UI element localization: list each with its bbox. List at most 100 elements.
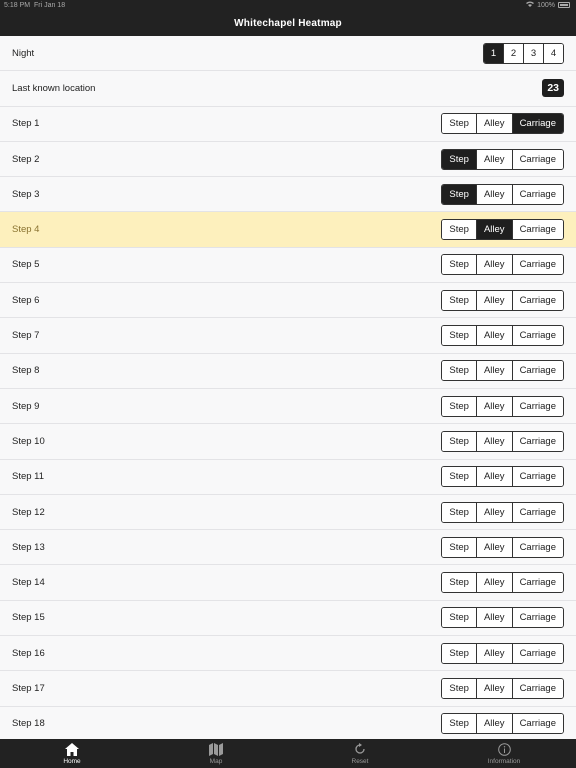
move-option-step[interactable]: Step <box>442 467 476 487</box>
move-type-selector: Step Alley Carriage <box>441 360 564 382</box>
move-option-carriage[interactable]: Carriage <box>511 714 563 734</box>
move-type-selector: Step Alley Carriage <box>441 642 564 664</box>
move-option-alley[interactable]: Alley <box>475 431 512 451</box>
step-row: Step 6 Step Alley Carriage <box>0 283 576 319</box>
step-row: Step 15 Step Alley Carriage <box>0 600 576 637</box>
step-row: Step 7 Step Alley Carriage <box>0 318 576 354</box>
move-option-alley[interactable]: Alley <box>475 643 512 663</box>
tab-information[interactable]: Information <box>432 739 576 768</box>
move-option-alley[interactable]: Alley <box>475 537 512 557</box>
move-type-selector: Step Alley Carriage <box>441 289 564 311</box>
move-option-alley[interactable]: Alley <box>475 361 512 381</box>
move-option-step[interactable]: Step <box>442 326 476 346</box>
step-row: Step 11 Step Alley Carriage <box>0 459 576 495</box>
move-option-step[interactable]: Step <box>442 361 476 381</box>
move-option-carriage[interactable]: Carriage <box>511 255 563 275</box>
night-option-3[interactable]: 3 <box>523 43 543 63</box>
move-type-selector: Step Alley Carriage <box>441 536 564 558</box>
step-row: Step 8 Step Alley Carriage <box>0 353 576 389</box>
step-label: Step 12 <box>12 506 45 518</box>
tab-home[interactable]: Home <box>0 739 144 768</box>
move-option-alley[interactable]: Alley <box>475 255 512 275</box>
move-option-step[interactable]: Step <box>442 537 476 557</box>
move-option-carriage[interactable]: Carriage <box>511 396 563 416</box>
move-option-step[interactable]: Step <box>442 396 476 416</box>
step-label: Step 14 <box>12 577 45 589</box>
move-option-carriage[interactable]: Carriage <box>511 326 563 346</box>
move-option-alley[interactable]: Alley <box>475 290 512 310</box>
step-row: Step 13 Step Alley Carriage <box>0 530 576 566</box>
move-option-step[interactable]: Step <box>442 114 476 134</box>
night-label: Night <box>12 47 35 59</box>
move-option-step[interactable]: Step <box>442 643 476 663</box>
page-title: Whitechapel Heatmap <box>234 18 342 29</box>
night-row: Night 1234 <box>0 36 576 72</box>
status-bar: 5:18 PM Fri Jan 18 100% <box>0 0 576 11</box>
status-time: 5:18 PM Fri Jan 18 <box>4 2 66 9</box>
step-row: Step 4 Step Alley Carriage <box>0 212 576 248</box>
tab-reset[interactable]: Reset <box>288 739 432 768</box>
move-option-carriage[interactable]: Carriage <box>511 573 563 593</box>
move-option-alley[interactable]: Alley <box>475 502 512 522</box>
move-option-carriage[interactable]: Carriage <box>511 537 563 557</box>
move-option-carriage[interactable]: Carriage <box>511 290 563 310</box>
move-option-carriage[interactable]: Carriage <box>511 361 563 381</box>
move-option-carriage[interactable]: Carriage <box>511 502 563 522</box>
step-label: Step 11 <box>12 471 45 483</box>
step-row: Step 5 Step Alley Carriage <box>0 247 576 284</box>
step-label: Step 7 <box>12 330 40 342</box>
steps-list: Step 1 Step Alley Carriage Step 2 Step Alley Ca… <box>0 106 576 739</box>
move-option-carriage[interactable]: Carriage <box>511 643 563 663</box>
info-icon <box>497 742 511 756</box>
step-label: Step 6 <box>12 294 40 306</box>
tab-label: Map <box>209 758 223 765</box>
move-option-step[interactable]: Step <box>442 220 476 240</box>
move-option-alley[interactable]: Alley <box>475 714 512 734</box>
night-option-4[interactable]: 4 <box>543 43 563 63</box>
move-option-alley[interactable]: Alley <box>475 608 512 628</box>
move-option-carriage[interactable]: Carriage <box>511 220 563 240</box>
move-option-carriage[interactable]: Carriage <box>511 678 563 698</box>
move-option-alley[interactable]: Alley <box>475 326 512 346</box>
wifi-icon <box>526 1 535 9</box>
move-option-carriage[interactable]: Carriage <box>511 431 563 451</box>
move-option-alley[interactable]: Alley <box>475 220 512 240</box>
move-option-step[interactable]: Step <box>442 573 476 593</box>
move-option-alley[interactable]: Alley <box>475 573 512 593</box>
step-label: Step 1 <box>12 118 40 130</box>
night-option-2[interactable]: 2 <box>503 43 523 63</box>
move-option-step[interactable]: Step <box>442 290 476 310</box>
move-option-alley[interactable]: Alley <box>475 114 512 134</box>
step-label: Step 18 <box>12 718 45 730</box>
move-option-alley[interactable]: Alley <box>475 467 512 487</box>
move-option-carriage[interactable]: Carriage <box>511 608 563 628</box>
move-option-step[interactable]: Step <box>442 608 476 628</box>
step-label: Step 2 <box>12 153 40 165</box>
tab-label: Home <box>63 758 81 765</box>
move-option-step[interactable]: Step <box>442 678 476 698</box>
move-option-alley[interactable]: Alley <box>475 678 512 698</box>
night-option-1[interactable]: 1 <box>484 43 503 63</box>
tab-label: Information <box>487 758 521 765</box>
move-option-carriage[interactable]: Carriage <box>511 114 563 134</box>
move-option-carriage[interactable]: Carriage <box>511 184 563 204</box>
settings-list: Night 1234 Last known location 23 Step 1… <box>0 36 576 739</box>
move-option-carriage[interactable]: Carriage <box>511 149 563 169</box>
move-option-alley[interactable]: Alley <box>475 184 512 204</box>
move-option-alley[interactable]: Alley <box>475 396 512 416</box>
move-option-step[interactable]: Step <box>442 149 476 169</box>
move-type-selector: Step Alley Carriage <box>441 219 564 241</box>
move-option-alley[interactable]: Alley <box>475 149 512 169</box>
move-type-selector: Step Alley Carriage <box>441 113 564 135</box>
move-option-step[interactable]: Step <box>442 714 476 734</box>
last-known-location-label: Last known location <box>12 82 96 94</box>
move-option-step[interactable]: Step <box>442 255 476 275</box>
last-known-location-value[interactable]: 23 <box>542 79 564 98</box>
step-row: Step 3 Step Alley Carriage <box>0 177 576 213</box>
move-option-carriage[interactable]: Carriage <box>511 467 563 487</box>
step-row: Step 10 Step Alley Carriage <box>0 424 576 460</box>
tab-map[interactable]: Map <box>144 739 288 768</box>
move-option-step[interactable]: Step <box>442 502 476 522</box>
move-option-step[interactable]: Step <box>442 184 476 204</box>
move-option-step[interactable]: Step <box>442 431 476 451</box>
